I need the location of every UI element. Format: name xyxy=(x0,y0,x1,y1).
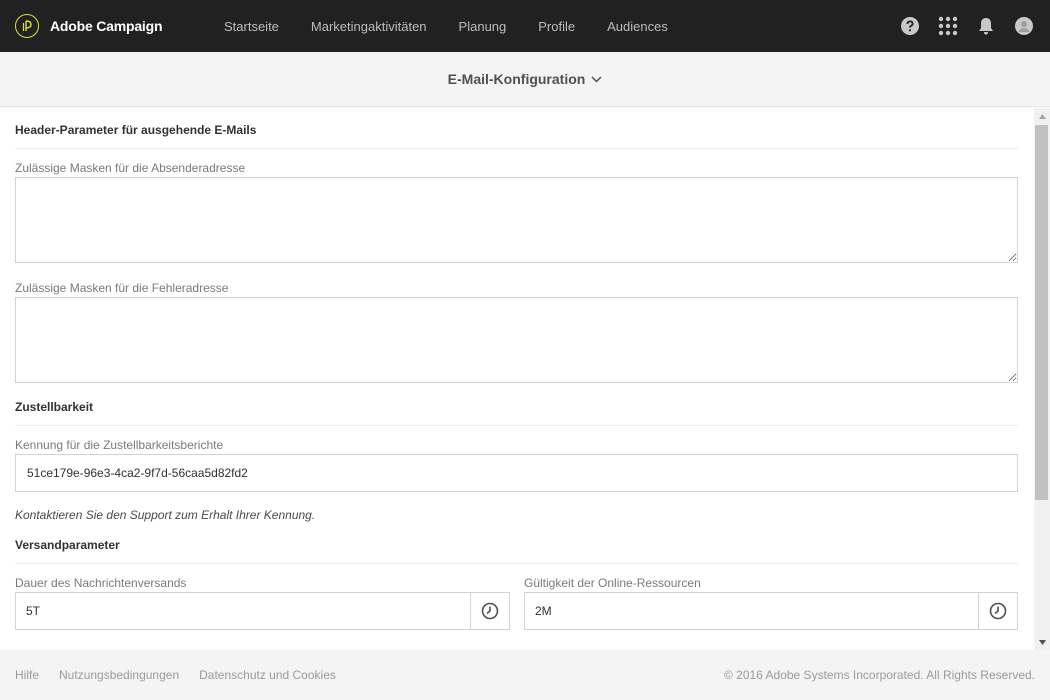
error-mask-textarea[interactable] xyxy=(15,297,1018,383)
brand-name: Adobe Campaign xyxy=(50,18,163,34)
clock-icon xyxy=(989,602,1007,620)
nav-item-planung[interactable]: Planung xyxy=(459,19,507,34)
duration-input[interactable] xyxy=(16,593,470,629)
form-container: Header-Parameter für ausgehende E-Mails … xyxy=(0,108,1034,630)
duration-picker-button[interactable] xyxy=(470,593,509,629)
notification-bell-icon[interactable] xyxy=(976,16,996,36)
validity-input[interactable] xyxy=(525,593,978,629)
nav-item-audiences[interactable]: Audiences xyxy=(607,19,668,34)
scroll-up-arrow-icon[interactable] xyxy=(1034,108,1050,124)
deliverability-hint: Kontaktieren Sie den Support zum Erhalt … xyxy=(15,508,316,522)
footer-link-datenschutz[interactable]: Datenschutz und Cookies xyxy=(199,668,336,682)
page-title-dropdown[interactable]: E-Mail-Konfiguration xyxy=(448,71,603,87)
duration-label: Dauer des Nachrichtenversands xyxy=(15,576,187,590)
footer: Hilfe Nutzungsbedingungen Datenschutz un… xyxy=(0,650,1050,700)
nav-item-profile[interactable]: Profile xyxy=(538,19,575,34)
error-mask-label: Zulässige Masken für die Fehleradresse xyxy=(15,281,229,295)
user-avatar-icon[interactable] xyxy=(1014,16,1034,36)
scrollbar-thumb[interactable] xyxy=(1035,125,1048,500)
footer-copyright: © 2016 Adobe Systems Incorporated. All R… xyxy=(723,668,1035,682)
main-content: Header-Parameter für ausgehende E-Mails … xyxy=(0,108,1034,650)
scroll-down-arrow-icon[interactable] xyxy=(1034,634,1050,650)
sender-mask-textarea[interactable] xyxy=(15,177,1018,263)
section-title-delivery-params: Versandparameter xyxy=(15,523,1018,564)
validity-input-group xyxy=(524,592,1018,630)
duration-field: Dauer des Nachrichtenversands xyxy=(15,575,510,630)
top-icons xyxy=(882,0,1034,52)
adobe-campaign-logo-icon xyxy=(15,14,39,38)
duration-input-group xyxy=(15,592,510,630)
footer-link-nutzungsbedingungen[interactable]: Nutzungsbedingungen xyxy=(59,668,179,682)
deliverability-id-input[interactable] xyxy=(15,454,1018,492)
sender-mask-label: Zulässige Masken für die Absenderadresse xyxy=(15,161,246,175)
vertical-scrollbar[interactable] xyxy=(1034,108,1050,650)
validity-picker-button[interactable] xyxy=(978,593,1017,629)
deliverability-id-label: Kennung für die Zustellbarkeitsberichte xyxy=(15,438,224,452)
delivery-params-row: Dauer des Nachrichtenversands Gültigkeit… xyxy=(15,575,1018,630)
main-nav: Startseite Marketingaktivitäten Planung … xyxy=(224,0,700,52)
footer-link-hilfe[interactable]: Hilfe xyxy=(15,668,39,682)
nav-item-startseite[interactable]: Startseite xyxy=(224,19,279,34)
clock-icon xyxy=(481,602,499,620)
chevron-down-icon xyxy=(591,75,602,83)
validity-label: Gültigkeit der Online-Ressourcen xyxy=(524,576,701,590)
section-title-deliverability: Zustellbarkeit xyxy=(15,385,1018,426)
brand[interactable]: Adobe Campaign xyxy=(15,14,163,38)
apps-grid-icon[interactable] xyxy=(938,16,958,36)
page-title: E-Mail-Konfiguration xyxy=(447,71,586,87)
nav-item-marketingaktivitaeten[interactable]: Marketingaktivitäten xyxy=(311,19,427,34)
help-icon[interactable] xyxy=(900,16,920,36)
page-header: E-Mail-Konfiguration xyxy=(0,52,1050,107)
top-navigation-bar: Adobe Campaign Startseite Marketingaktiv… xyxy=(0,0,1050,52)
validity-field: Gültigkeit der Online-Ressourcen xyxy=(524,575,1018,630)
section-title-header-params: Header-Parameter für ausgehende E-Mails xyxy=(15,108,1018,149)
